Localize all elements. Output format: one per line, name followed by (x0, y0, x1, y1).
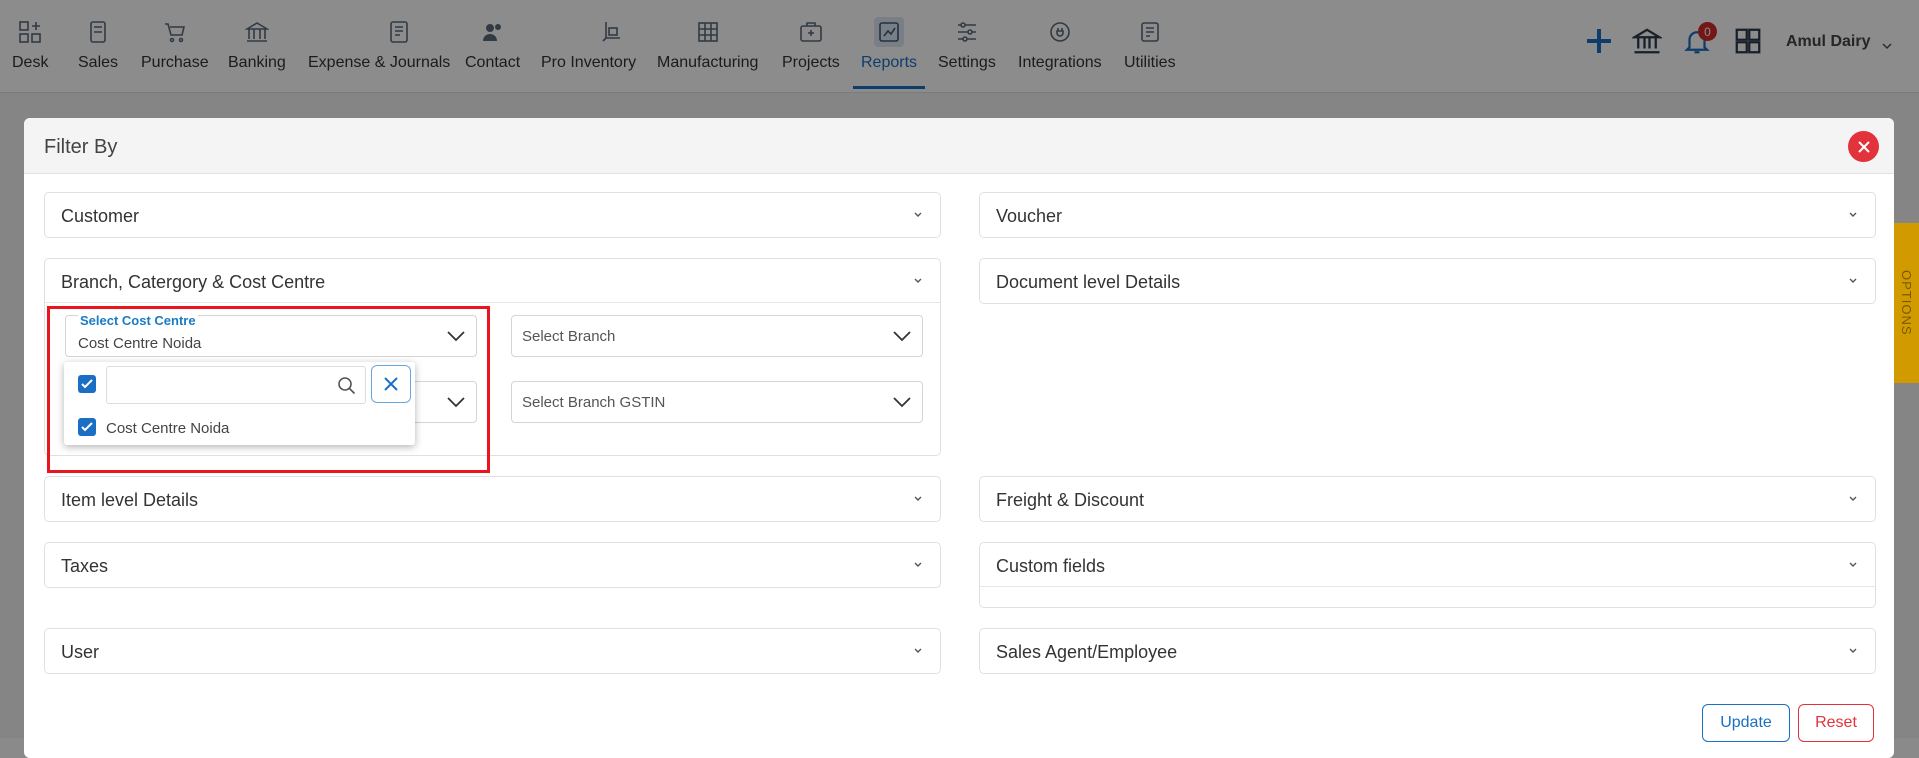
accordion-title: User (61, 642, 100, 662)
chevron-down-icon (914, 648, 922, 653)
branch-placeholder: Select Branch (522, 328, 616, 345)
accordion-user[interactable]: User (44, 628, 941, 674)
accordion-title: Branch, Catergory & Cost Centre (61, 272, 326, 292)
chevron-down-icon (914, 562, 922, 567)
accordion-customer[interactable]: Customer (44, 192, 941, 238)
update-button[interactable]: Update (1702, 704, 1790, 742)
accordion-custom-fields[interactable]: Custom fields (979, 542, 1876, 608)
chevron-down-icon (893, 331, 911, 342)
accordion-title: Item level Details (61, 490, 199, 510)
options-side-tab[interactable]: OPTIONS (1894, 223, 1919, 383)
close-icon (1857, 140, 1870, 153)
chevron-down-icon (914, 496, 922, 501)
reset-button[interactable]: Reset (1798, 704, 1874, 742)
accordion-title: Freight & Discount (996, 490, 1145, 510)
branch-gstin-select[interactable]: Select Branch GSTIN (511, 381, 923, 423)
accordion-item-level-details[interactable]: Item level Details (44, 476, 941, 522)
accordion-title: Custom fields (996, 556, 1106, 576)
accordion-sales-agent-employee[interactable]: Sales Agent/Employee (979, 628, 1876, 674)
accordion-voucher[interactable]: Voucher (979, 192, 1876, 238)
chevron-down-icon (893, 397, 911, 408)
chevron-down-icon (1849, 496, 1857, 501)
modal-header: Filter By (24, 118, 1894, 174)
accordion-taxes[interactable]: Taxes (44, 542, 941, 588)
chevron-down-icon (1849, 562, 1857, 567)
chevron-down-icon (1849, 212, 1857, 217)
accordion-title: Sales Agent/Employee (996, 642, 1178, 662)
chevron-down-icon (914, 212, 922, 217)
chevron-down-icon (1849, 278, 1857, 283)
accordion-title: Taxes (61, 556, 109, 576)
accordion-title: Customer (61, 206, 140, 226)
branch-gstin-placeholder: Select Branch GSTIN (522, 394, 666, 411)
accordion-freight-discount[interactable]: Freight & Discount (979, 476, 1876, 522)
accordion-document-level-details[interactable]: Document level Details (979, 258, 1876, 304)
close-button[interactable] (1848, 131, 1879, 162)
highlight-annotation (47, 306, 490, 473)
chevron-down-icon (914, 278, 922, 283)
modal-title: Filter By (44, 136, 118, 158)
chevron-down-icon (1849, 648, 1857, 653)
branch-select[interactable]: Select Branch (511, 315, 923, 357)
accordion-title: Document level Details (996, 272, 1181, 292)
accordion-title: Voucher (996, 206, 1063, 226)
